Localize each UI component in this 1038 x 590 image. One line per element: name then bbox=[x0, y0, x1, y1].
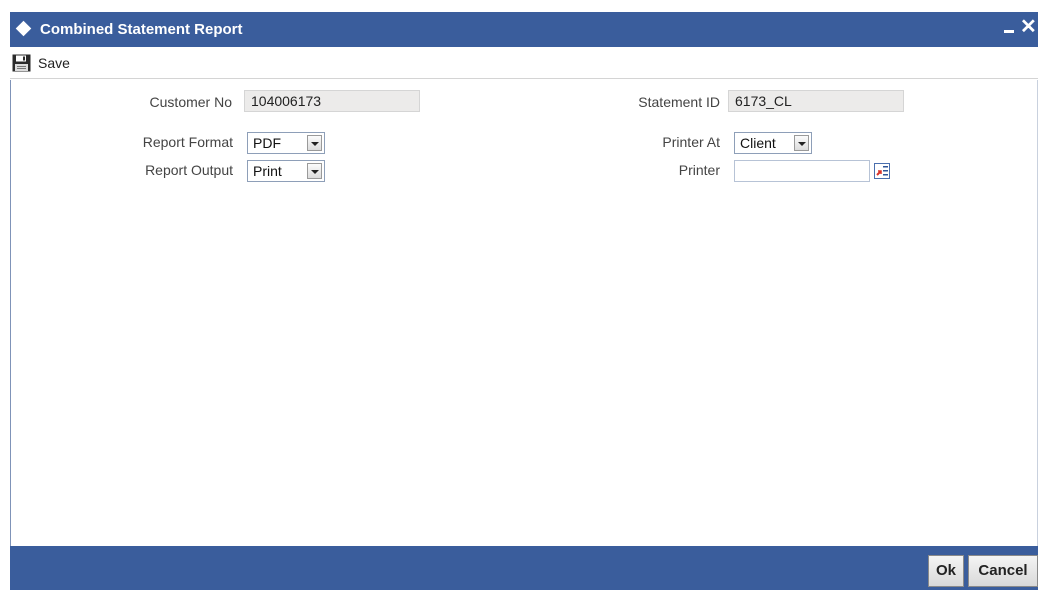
toolbar: Save bbox=[10, 47, 1038, 79]
close-icon[interactable]: ✕ bbox=[1020, 16, 1037, 38]
chevron-down-icon[interactable] bbox=[307, 135, 322, 151]
window-title: Combined Statement Report bbox=[40, 21, 243, 38]
statement-id-field: 6173_CL bbox=[728, 90, 904, 112]
customer-no-label: Customer No bbox=[149, 94, 232, 110]
report-format-select[interactable]: PDF bbox=[247, 132, 325, 154]
printer-at-label: Printer At bbox=[662, 134, 720, 150]
printer-input[interactable] bbox=[734, 160, 870, 182]
statement-id-label: Statement ID bbox=[638, 94, 720, 110]
report-output-select[interactable]: Print bbox=[247, 160, 325, 182]
report-output-value: Print bbox=[253, 163, 282, 179]
floppy-disk-icon bbox=[12, 54, 31, 72]
printer-label: Printer bbox=[678, 162, 720, 178]
list-of-values-button[interactable] bbox=[874, 163, 890, 179]
save-label: Save bbox=[38, 55, 70, 71]
cancel-button[interactable]: Cancel bbox=[968, 555, 1038, 587]
diamond-icon bbox=[15, 20, 32, 37]
content-frame-left bbox=[10, 80, 11, 546]
customer-no-field: 104006173 bbox=[244, 90, 420, 112]
report-format-label: Report Format bbox=[142, 134, 233, 150]
list-of-values-icon bbox=[874, 163, 890, 179]
printer-at-value: Client bbox=[740, 135, 776, 151]
ok-button[interactable]: Ok bbox=[928, 555, 964, 587]
minimize-icon[interactable] bbox=[1004, 30, 1014, 33]
dialog-footer: Ok Cancel bbox=[10, 546, 1038, 590]
chevron-down-icon[interactable] bbox=[307, 163, 322, 179]
chevron-down-icon[interactable] bbox=[794, 135, 809, 151]
printer-at-select[interactable]: Client bbox=[734, 132, 812, 154]
window-titlebar: Combined Statement Report ✕ bbox=[10, 12, 1038, 47]
report-output-label: Report Output bbox=[145, 162, 233, 178]
report-format-value: PDF bbox=[253, 135, 281, 151]
